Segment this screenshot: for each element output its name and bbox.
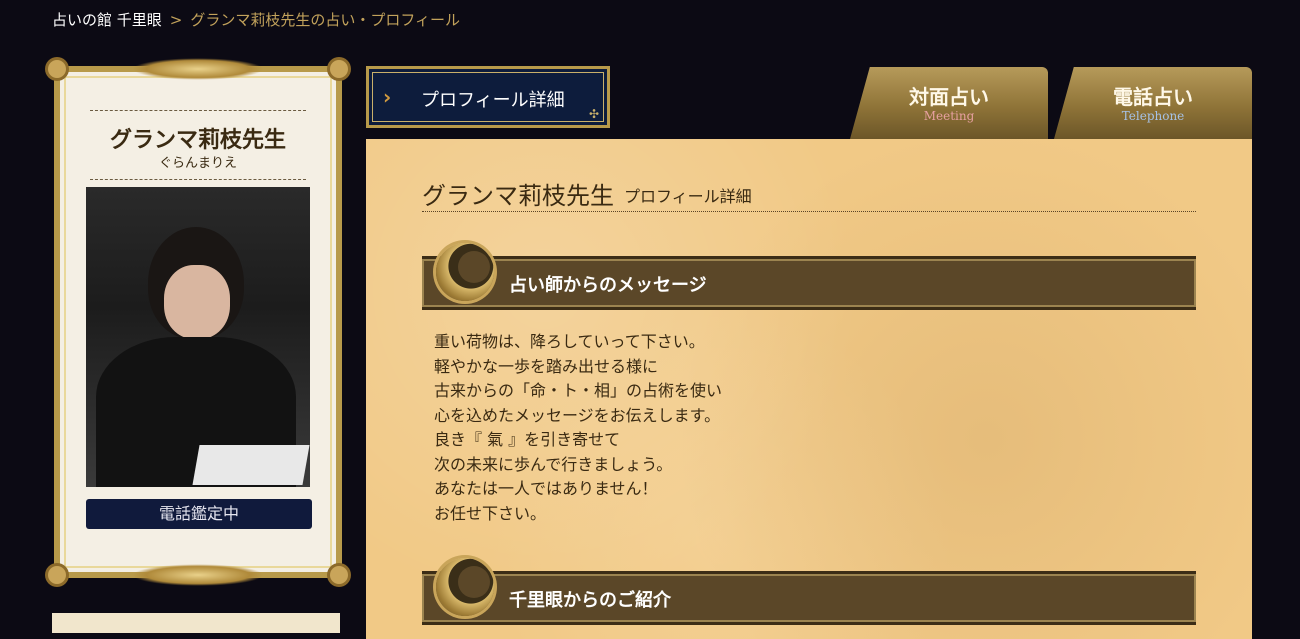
message-line: 心を込めたメッセージをお伝えします。 <box>434 405 721 425</box>
message-line: 古来からの「命・ト・相」の占術を使い <box>434 381 723 400</box>
frame-corner-icon <box>330 566 348 584</box>
section-heading-message: 占い師からのメッセージ <box>422 243 1196 310</box>
tab-telephone[interactable]: 電話占い Telephone <box>1054 67 1252 139</box>
profile-detail-panel: グランマ莉枝先生 プロフィール詳細 占い師からのメッセージ 重い荷物は、降ろして… <box>366 139 1252 639</box>
tab-telephone-sublabel: Telephone <box>1121 109 1185 123</box>
breadcrumb: 占いの館 千里眼 > グランマ莉枝先生の占い・プロフィール <box>52 9 460 30</box>
breadcrumb-home-link[interactable]: 占いの館 千里眼 <box>52 9 162 30</box>
left-panel-next <box>52 613 340 633</box>
tab-meeting-sublabel: Meeting <box>923 109 975 123</box>
ornament-icon: ✣ <box>588 107 599 121</box>
frame-corner-icon <box>330 60 348 78</box>
divider <box>90 110 306 111</box>
message-line: 次の未来に歩んで行きましょう。 <box>434 454 673 474</box>
section-tab-label: › プロフィール詳細 ✣ <box>366 66 610 128</box>
breadcrumb-separator: > <box>169 10 183 29</box>
frame-ornament-icon <box>132 564 264 586</box>
crescent-moon-icon <box>436 558 494 616</box>
profile-photo <box>86 187 310 487</box>
section-heading-introduction: 千里眼からのご紹介 <box>422 558 1196 625</box>
message-line: 良き『 氣 』を引き寄せて <box>434 430 621 449</box>
section-heading-text: 占い師からのメッセージ <box>509 275 707 296</box>
profile-card: グランマ莉枝先生 ぐらんまりえ 電話鑑定中 <box>48 58 348 586</box>
message-line: あなたは一人ではありません！ <box>434 479 658 498</box>
section-heading-text: 千里眼からのご紹介 <box>509 590 671 611</box>
message-text: 重い荷物は、降ろしていって下さい。 軽やかな一歩を踏み出せる様に 古来からの「命… <box>434 330 722 526</box>
tab-telephone-label: 電話占い <box>1113 85 1193 109</box>
page-title-name: グランマ莉枝先生 <box>422 182 614 210</box>
chevron-right-icon: › <box>383 85 392 109</box>
crescent-moon-icon <box>436 243 494 301</box>
message-line: 軽やかな一歩を踏み出せる様に <box>434 356 659 376</box>
frame-corner-icon <box>48 60 66 78</box>
message-line: お任せ下さい。 <box>434 503 547 523</box>
page-title: グランマ莉枝先生 プロフィール詳細 <box>422 177 1196 212</box>
tab-meeting-label: 対面占い <box>909 85 989 109</box>
frame-corner-icon <box>48 566 66 584</box>
breadcrumb-current: グランマ莉枝先生の占い・プロフィール <box>190 11 461 29</box>
page-title-sub: プロフィール詳細 <box>624 187 752 206</box>
fortune-teller-kana: ぐらんまりえ <box>158 156 237 171</box>
frame-ornament-icon <box>132 58 264 80</box>
section-tab-text: プロフィール詳細 <box>421 90 565 111</box>
status-badge[interactable]: 電話鑑定中 <box>86 499 312 529</box>
message-line: 重い荷物は、降ろしていって下さい。 <box>434 332 705 351</box>
divider <box>90 179 306 180</box>
fortune-teller-name: グランマ莉枝先生 <box>109 128 286 153</box>
tab-meeting[interactable]: 対面占い Meeting <box>850 67 1048 139</box>
